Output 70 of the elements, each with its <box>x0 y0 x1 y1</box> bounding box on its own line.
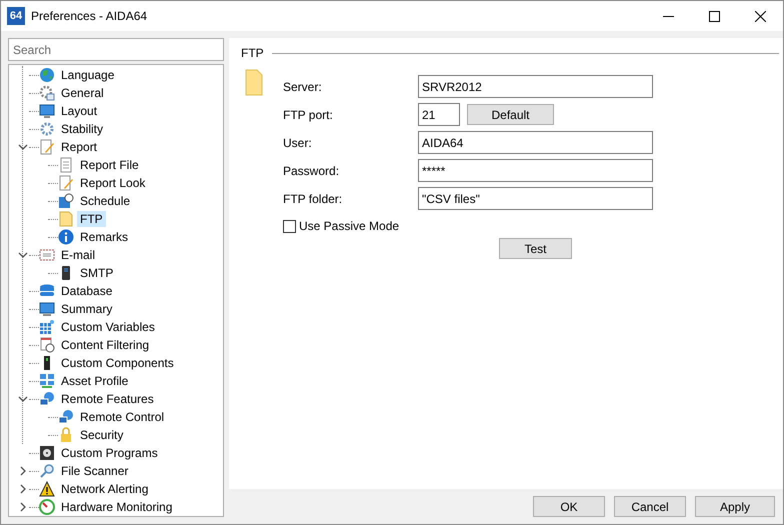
field-label: Password: <box>283 164 340 178</box>
dialog-button[interactable]: Cancel <box>614 496 686 517</box>
document-pencil-icon <box>58 175 74 191</box>
magnifier-icon <box>39 463 55 479</box>
dialog-button[interactable]: OK <box>533 496 605 517</box>
tree-item[interactable]: Remarks <box>77 229 132 245</box>
checkbox-label[interactable]: Use Passive Mode <box>299 219 400 233</box>
maximize-icon[interactable] <box>708 10 720 22</box>
globe-icon <box>39 67 55 83</box>
checkbox[interactable] <box>283 220 296 232</box>
dialog-button[interactable]: Apply <box>695 496 775 517</box>
gear-icon <box>39 121 55 137</box>
network-icon <box>39 373 55 389</box>
tree-item[interactable]: Report Look <box>77 175 148 191</box>
document-clock-icon <box>39 337 55 353</box>
tree-item[interactable]: Custom Variables <box>58 319 158 335</box>
tree-item[interactable]: E-mail <box>58 247 98 263</box>
tree-item[interactable]: Summary <box>58 301 116 317</box>
field-label: Server: <box>283 80 323 94</box>
info-icon <box>58 229 74 245</box>
warning-icon <box>39 481 55 497</box>
tree-item[interactable]: Layout <box>58 103 100 119</box>
field-label: FTP folder: <box>283 192 344 206</box>
tree-item[interactable]: Language <box>58 67 118 83</box>
chevron-down-icon[interactable] <box>18 250 28 260</box>
window-title: Preferences - AIDA64 <box>31 9 148 23</box>
input-field[interactable]: ***** <box>418 159 653 182</box>
tree-item[interactable]: FTP <box>77 211 106 227</box>
tree-item[interactable]: General <box>58 85 107 101</box>
search-field[interactable]: Search <box>8 38 224 61</box>
grid-icon <box>39 319 55 335</box>
globe-monitor-icon <box>39 391 55 407</box>
input-field[interactable]: "CSV files" <box>418 187 653 210</box>
document-icon <box>58 157 74 173</box>
tree-item[interactable]: Schedule <box>77 193 134 209</box>
app-logo: 64 <box>7 7 25 25</box>
envelope-icon <box>39 247 55 263</box>
default-button[interactable]: Default <box>467 104 554 125</box>
tree-item[interactable]: File Scanner <box>58 463 132 479</box>
tree-item[interactable]: Network Alerting <box>58 481 152 497</box>
tree-item[interactable]: SMTP <box>77 265 116 281</box>
tree-item[interactable]: Report File <box>77 157 142 173</box>
calendar-clock-icon <box>58 193 74 209</box>
folder-icon <box>58 211 74 227</box>
document-pencil-icon <box>39 139 55 155</box>
globe-monitor-icon <box>58 409 74 425</box>
tree-item[interactable]: Custom Programs <box>58 445 161 461</box>
tree-item[interactable]: Asset Profile <box>58 373 132 389</box>
chevron-down-icon[interactable] <box>18 394 28 404</box>
section-title: FTP <box>241 46 264 60</box>
tree-item[interactable]: Custom Components <box>58 355 177 371</box>
tree-item[interactable]: Remote Features <box>58 391 157 407</box>
test-button[interactable]: Test <box>499 238 572 259</box>
input-field[interactable]: 21 <box>418 103 460 126</box>
input-field[interactable]: AIDA64 <box>418 131 653 154</box>
tree-item[interactable]: Remote Control <box>77 409 168 425</box>
input-field[interactable]: SRVR2012 <box>418 75 653 98</box>
field-label: FTP port: <box>283 108 334 122</box>
folder-icon <box>245 68 263 96</box>
lock-icon <box>58 427 74 443</box>
tree-item[interactable]: Stability <box>58 121 106 137</box>
database-icon <box>39 283 55 299</box>
tree-item[interactable]: Report <box>58 139 100 155</box>
chevron-down-icon[interactable] <box>18 142 28 152</box>
tree-item[interactable]: Content Filtering <box>58 337 152 353</box>
close-icon[interactable] <box>754 10 766 22</box>
field-label: User: <box>283 136 313 150</box>
tree-item[interactable]: Database <box>58 283 116 299</box>
tree-item[interactable]: Hardware Monitoring <box>58 499 176 515</box>
tree-item[interactable]: Security <box>77 427 126 443</box>
